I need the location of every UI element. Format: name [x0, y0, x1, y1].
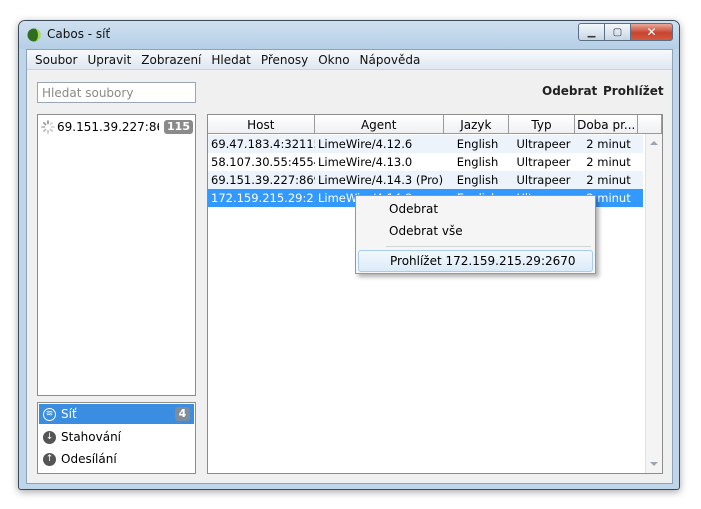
cell-duration: 2 minut — [586, 173, 631, 187]
menu-napoveda[interactable]: Nápověda — [355, 53, 426, 67]
cell-language: English — [456, 137, 499, 151]
context-menu: Odebrat Odebrat vše Prohlížet 172.159.21… — [355, 195, 596, 274]
table-row[interactable]: 69.47.183.4:32115 LimeWire/4.12.6 Englis… — [208, 135, 643, 153]
remove-button[interactable]: Odebrat — [542, 84, 597, 98]
cell-host: 69.151.39.227:8694 — [211, 173, 315, 187]
table-row[interactable]: 69.151.39.227:8694 LimeWire/4.14.3 (Pro)… — [208, 171, 643, 189]
nav-item-label: Síť — [61, 407, 77, 421]
scroll-up-arrow-icon[interactable] — [650, 141, 658, 145]
cabos-logo-icon — [27, 28, 41, 42]
maximize-button[interactable]: ▢ — [604, 23, 631, 41]
table-row[interactable]: 58.107.30.55:45546 LimeWire/4.13.0 Engli… — [208, 153, 643, 171]
nav-item-downloads[interactable]: ↓ Stahování — [39, 427, 194, 447]
menu-bar: Soubor Upravit Zobrazení Hledat Přenosy … — [27, 50, 672, 70]
cell-language: English — [456, 155, 499, 169]
menu-zobrazeni[interactable]: Zobrazení — [136, 53, 206, 67]
cell-agent: LimeWire/4.14.3 (Pro) — [318, 173, 444, 187]
cell-duration: 2 minut — [586, 137, 631, 151]
column-header-host[interactable]: Host — [208, 115, 315, 134]
column-header-agent[interactable]: Agent — [315, 115, 444, 134]
close-icon: ✕ — [646, 25, 657, 39]
navigation-list: ≋ Síť 4 ↓ Stahování ↑ Odesílání — [37, 402, 196, 474]
cell-type: Ultrapeer — [516, 173, 571, 187]
close-button[interactable]: ✕ — [630, 23, 673, 41]
minimize-icon: ▁ — [587, 26, 596, 38]
title-bar[interactable]: Cabos - síť ▁ ▢ ✕ — [19, 21, 679, 49]
cell-host: 58.107.30.55:45546 — [211, 155, 315, 169]
host-list: 69.151.39.227:86 115 — [37, 114, 196, 396]
column-header-duration[interactable]: Doba pr... — [575, 115, 639, 134]
host-list-item[interactable]: 69.151.39.227:86 115 — [41, 118, 193, 136]
menu-upravit[interactable]: Upravit — [82, 53, 136, 67]
context-menu-remove-all[interactable]: Odebrat vše — [358, 220, 593, 242]
nav-item-label: Odesílání — [61, 452, 117, 466]
cell-type: Ultrapeer — [516, 155, 571, 169]
host-count-badge: 115 — [164, 120, 193, 134]
context-menu-remove[interactable]: Odebrat — [358, 198, 593, 220]
cell-agent: LimeWire/4.13.0 — [318, 155, 413, 169]
cell-host: 172.159.215.29:2... — [211, 191, 315, 205]
maximize-icon: ▢ — [612, 26, 623, 38]
column-header-filler — [638, 115, 662, 134]
window-title: Cabos - síť — [47, 27, 111, 41]
nav-item-network[interactable]: ≋ Síť 4 — [39, 404, 194, 424]
minimize-button[interactable]: ▁ — [578, 23, 605, 41]
network-icon: ≋ — [43, 407, 56, 421]
table-header: Host Agent Jazyk Typ Doba pr... — [208, 115, 662, 134]
loading-spinner-icon — [41, 120, 55, 134]
cell-type: Ultrapeer — [516, 137, 571, 151]
menu-hledat[interactable]: Hledat — [206, 53, 255, 67]
cell-duration: 2 minut — [586, 155, 631, 169]
vertical-scrollbar[interactable] — [645, 134, 662, 473]
context-menu-browse-host[interactable]: Prohlížet 172.159.215.29:2670 — [358, 250, 593, 272]
connections-table: Host Agent Jazyk Typ Doba pr... 69.47.18… — [207, 114, 663, 474]
network-count-badge: 4 — [175, 407, 190, 421]
column-header-language[interactable]: Jazyk — [444, 115, 509, 134]
column-header-type[interactable]: Typ — [509, 115, 576, 134]
nav-item-label: Stahování — [61, 430, 122, 444]
context-menu-separator — [386, 246, 591, 247]
cell-language: English — [456, 173, 499, 187]
menu-soubor[interactable]: Soubor — [30, 53, 82, 67]
window-controls: ▁ ▢ ✕ — [578, 23, 673, 42]
menu-prenosy[interactable]: Přenosy — [256, 53, 313, 67]
upload-icon: ↑ — [43, 452, 56, 466]
cell-host: 69.47.183.4:32115 — [211, 137, 315, 151]
cell-agent: LimeWire/4.12.6 — [318, 137, 413, 151]
host-label: 69.151.39.227:86 — [57, 120, 159, 134]
browse-button[interactable]: Prohlížet — [603, 84, 664, 98]
scroll-down-arrow-icon[interactable] — [650, 462, 658, 466]
download-icon: ↓ — [43, 430, 56, 444]
search-input[interactable] — [37, 82, 196, 103]
nav-item-uploads[interactable]: ↑ Odesílání — [39, 449, 194, 469]
menu-okno[interactable]: Okno — [313, 53, 354, 67]
